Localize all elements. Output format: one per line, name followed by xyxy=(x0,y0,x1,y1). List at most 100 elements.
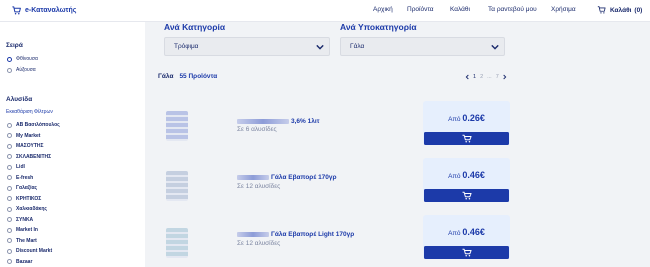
page-link[interactable]: 2 xyxy=(480,74,483,80)
chain-option[interactable]: ΣΚΛΑΒΕΝΙΤΗΣ xyxy=(7,154,51,160)
chain-label: Market In xyxy=(16,227,38,233)
product-brand-blur xyxy=(237,232,269,237)
sort-option-asc[interactable]: Αύξουσα xyxy=(7,67,36,73)
chain-label: ΣΥΝΚΑ xyxy=(16,216,34,223)
cart-count: (0) xyxy=(634,6,643,14)
chain-label: Lidl xyxy=(16,164,25,170)
nav-link-products[interactable]: Προϊόντα xyxy=(407,6,434,13)
price-box: Από 0.46€ xyxy=(423,158,510,202)
page-ellipsis: ... xyxy=(487,74,492,80)
price-box: Από 0.46€ xyxy=(423,215,510,259)
chain-option[interactable]: Lidl xyxy=(7,164,25,170)
brand-name: e-Καταναλωτής xyxy=(25,7,77,14)
radio-icon xyxy=(7,227,12,233)
nav-link-home[interactable]: Αρχική xyxy=(373,6,393,13)
add-to-cart-button[interactable] xyxy=(424,246,509,259)
chain-option[interactable]: Discount Markt xyxy=(7,248,52,254)
add-to-cart-button[interactable] xyxy=(424,189,509,202)
chain-option[interactable]: Γαλαξίας xyxy=(7,185,37,191)
chain-label: Bazaar xyxy=(16,258,33,265)
product-row: Γάλα Εβαπορέ 170γρ Σε 12 αλυσίδες Από 0.… xyxy=(158,156,513,208)
nav-link-cart[interactable]: Καλάθι xyxy=(450,6,470,13)
category-select[interactable]: Τρόφιμα xyxy=(164,37,330,56)
chevron-left-icon[interactable] xyxy=(465,74,469,80)
product-row: Γάλα Εβαπορέ Light 170γρ Σε 12 αλυσίδες … xyxy=(158,213,513,265)
chevron-down-icon xyxy=(491,44,499,50)
product-store-count: Σε 12 αλυσίδες xyxy=(237,240,281,247)
chain-option[interactable]: Market In xyxy=(7,227,38,233)
product-name-text: Γάλα Εβαπορέ 170γρ xyxy=(271,174,337,181)
add-to-cart-button[interactable] xyxy=(424,132,509,145)
radio-icon xyxy=(7,164,12,170)
price-line: Από 0.26€ xyxy=(423,113,510,123)
product-store-count: Σε 6 αλυσίδες xyxy=(237,126,277,133)
nav-link-useful[interactable]: Χρήσιμα xyxy=(551,6,576,13)
radio-icon xyxy=(7,122,12,128)
top-navbar: e-Καταναλωτής Αρχική Προϊόντα Καλάθι Τα … xyxy=(0,0,650,22)
chain-option[interactable]: ΑΒ Βασιλόπουλος xyxy=(7,122,60,128)
subcategory-select[interactable]: Γάλα xyxy=(340,37,505,56)
sort-option-label: Αύξουσα xyxy=(16,67,36,73)
results-header: Γάλα 55 Προϊόντα xyxy=(158,73,217,80)
chain-title: Αλυσίδα xyxy=(6,96,33,103)
chain-label: E-fresh xyxy=(16,174,34,181)
sort-option-desc[interactable]: Φθίνουσα xyxy=(7,56,38,62)
chain-label: ΚΡΗΤΙΚΟΣ xyxy=(16,195,42,202)
chevron-down-icon xyxy=(316,44,324,50)
radio-icon xyxy=(7,143,12,149)
cart-icon xyxy=(597,6,606,14)
product-name[interactable]: 3,6% 1λιτ xyxy=(237,118,320,125)
product-brand-blur xyxy=(237,175,269,180)
product-image[interactable] xyxy=(166,171,188,201)
pagination: 1 2 ... 7 xyxy=(465,74,507,80)
product-name[interactable]: Γάλα Εβαπορέ Light 170γρ xyxy=(237,231,354,238)
chain-option[interactable]: ΜΑΣΟΥΤΗΣ xyxy=(7,143,44,149)
price-line: Από 0.46€ xyxy=(423,170,510,180)
price-prefix: Από xyxy=(448,230,461,237)
price-value: 0.26€ xyxy=(462,113,485,123)
chain-option[interactable]: ΚΡΗΤΙΚΟΣ xyxy=(7,196,41,202)
radio-icon xyxy=(7,185,12,191)
category-value: Τρόφιμα xyxy=(174,43,199,50)
product-brand-blur xyxy=(237,119,289,124)
price-value: 0.46€ xyxy=(462,170,485,180)
breadcrumb: Γάλα xyxy=(158,73,174,80)
filter-sidebar: Σειρά Φθίνουσα Αύξουσα Αλυσίδα Εκκαθάρισ… xyxy=(0,22,145,267)
chain-option[interactable]: ΣΥΝΚΑ xyxy=(7,217,33,223)
chain-option[interactable]: E-fresh xyxy=(7,175,33,181)
chain-option[interactable]: Bazaar xyxy=(7,259,32,265)
radio-selected-icon xyxy=(7,56,12,62)
cart-label: Καλάθι xyxy=(610,6,632,14)
chevron-right-icon[interactable] xyxy=(503,74,507,80)
price-prefix: Από xyxy=(448,116,461,123)
price-prefix: Από xyxy=(448,173,461,180)
brand-logo[interactable]: e-Καταναλωτής xyxy=(11,5,76,16)
product-name[interactable]: Γάλα Εβαπορέ 170γρ xyxy=(237,174,337,181)
chain-option[interactable]: The Mart xyxy=(7,238,37,244)
radio-icon xyxy=(7,217,12,222)
page-link[interactable]: 1 xyxy=(473,74,476,80)
add-to-cart-icon xyxy=(462,248,472,257)
product-name-text: 3,6% 1λιτ xyxy=(291,118,320,125)
add-to-cart-icon xyxy=(462,191,472,200)
cart-button[interactable]: Καλάθι (0) xyxy=(597,5,642,15)
radio-icon xyxy=(7,67,12,73)
chain-label: Χαλκιαδάκης xyxy=(16,206,47,212)
subcategory-label: Ανά Υποκατηγορία xyxy=(340,22,417,32)
radio-icon xyxy=(7,154,12,159)
chain-option[interactable]: Χαλκιαδάκης xyxy=(7,206,47,212)
clear-filters-link[interactable]: Εκκαθάριση Φίλτρων xyxy=(6,109,53,115)
radio-icon xyxy=(7,175,12,180)
price-line: Από 0.46€ xyxy=(423,227,510,237)
chain-label: Discount Markt xyxy=(16,248,53,254)
chain-option[interactable]: My Market xyxy=(7,133,40,139)
radio-icon xyxy=(7,238,12,243)
product-image[interactable] xyxy=(166,228,188,258)
product-row: 3,6% 1λιτ Σε 6 αλυσίδες Από 0.26€ xyxy=(158,100,513,152)
page-link[interactable]: 7 xyxy=(496,74,499,80)
chain-label: ΣΚΛΑΒΕΝΙΤΗΣ xyxy=(16,153,52,160)
radio-icon xyxy=(7,248,12,254)
nav-link-appointments[interactable]: Τα ραντεβού μου xyxy=(488,6,537,13)
product-image[interactable] xyxy=(166,111,188,141)
chain-label: ΑΒ Βασιλόπουλος xyxy=(16,122,60,128)
